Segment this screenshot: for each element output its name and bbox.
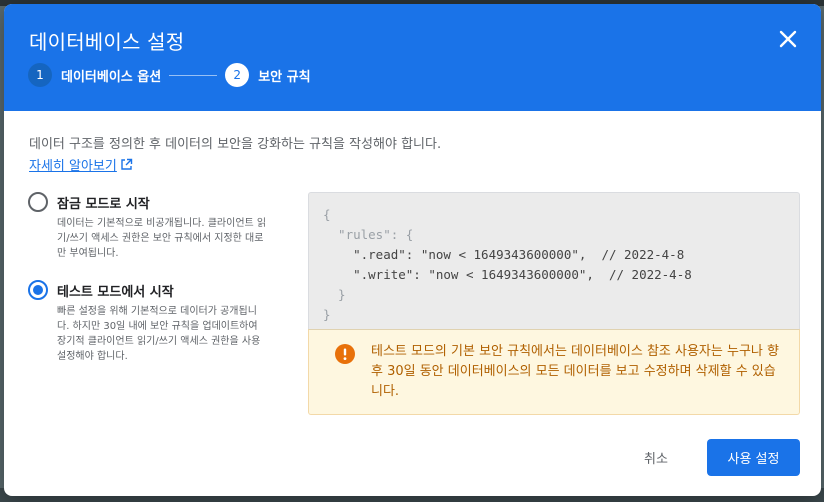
step-2-number: 2 [225,63,250,87]
test-mode-title: 테스트 모드에서 시작 [57,285,174,300]
database-setup-dialog: 데이터베이스 설정 1 데이터베이스 옵션 2 보안 규칙 데이터 구조를 정의… [4,4,821,496]
step-1-label: 데이터베이스 옵션 [61,69,162,85]
learn-more-link[interactable]: 자세히 알아보기 [29,155,133,174]
dialog-header: 데이터베이스 설정 1 데이터베이스 옵션 2 보안 규칙 [4,4,821,111]
stepper: 1 데이터베이스 옵션 2 보안 규칙 [28,63,311,87]
locked-mode-title: 잠금 모드로 시작 [57,197,150,212]
code-line: } [323,287,346,302]
code-line: { [323,207,331,222]
intro-text: 데이터 구조를 정의한 후 데이터의 보안을 강화하는 규칙을 작성해야 합니다… [29,137,442,152]
rules-code-preview: { "rules": { ".read": "now < 16493436000… [308,192,800,329]
step-2-label: 보안 규칙 [258,69,311,85]
cancel-button[interactable]: 취소 [630,440,682,474]
enable-button[interactable]: 사용 설정 [707,439,800,476]
open-in-new-icon [121,158,133,170]
code-line: ".write": "now < 1649343600000", // 2022… [323,267,692,282]
security-warning: 테스트 모드의 기본 보안 규칙에서는 데이터베이스 참조 사용자는 누구나 향… [308,329,800,415]
close-icon [779,30,797,48]
code-line: } [323,307,331,322]
warning-text: 테스트 모드의 기본 보안 규칙에서는 데이터베이스 참조 사용자는 누구나 향… [371,344,779,399]
close-button[interactable] [777,28,799,50]
step-1-number: 1 [28,63,52,87]
dialog-title: 데이터베이스 설정 [29,30,185,54]
locked-mode-radio[interactable] [28,192,48,212]
learn-more-label: 자세히 알아보기 [29,159,117,174]
locked-mode-description: 데이터는 기본적으로 비공개됩니다. 클라이언트 읽기/쓰기 액세스 권한은 보… [57,218,267,259]
error-icon [335,344,355,364]
test-mode-radio[interactable] [28,280,48,300]
test-mode-description: 빠른 설정을 위해 기본적으로 데이터가 공개됩니다. 하지만 30일 내에 보… [57,306,261,362]
code-line: ".read": "now < 1649343600000", // 2022-… [323,247,685,262]
code-line: "rules": { [323,227,414,242]
step-connector [169,74,218,76]
